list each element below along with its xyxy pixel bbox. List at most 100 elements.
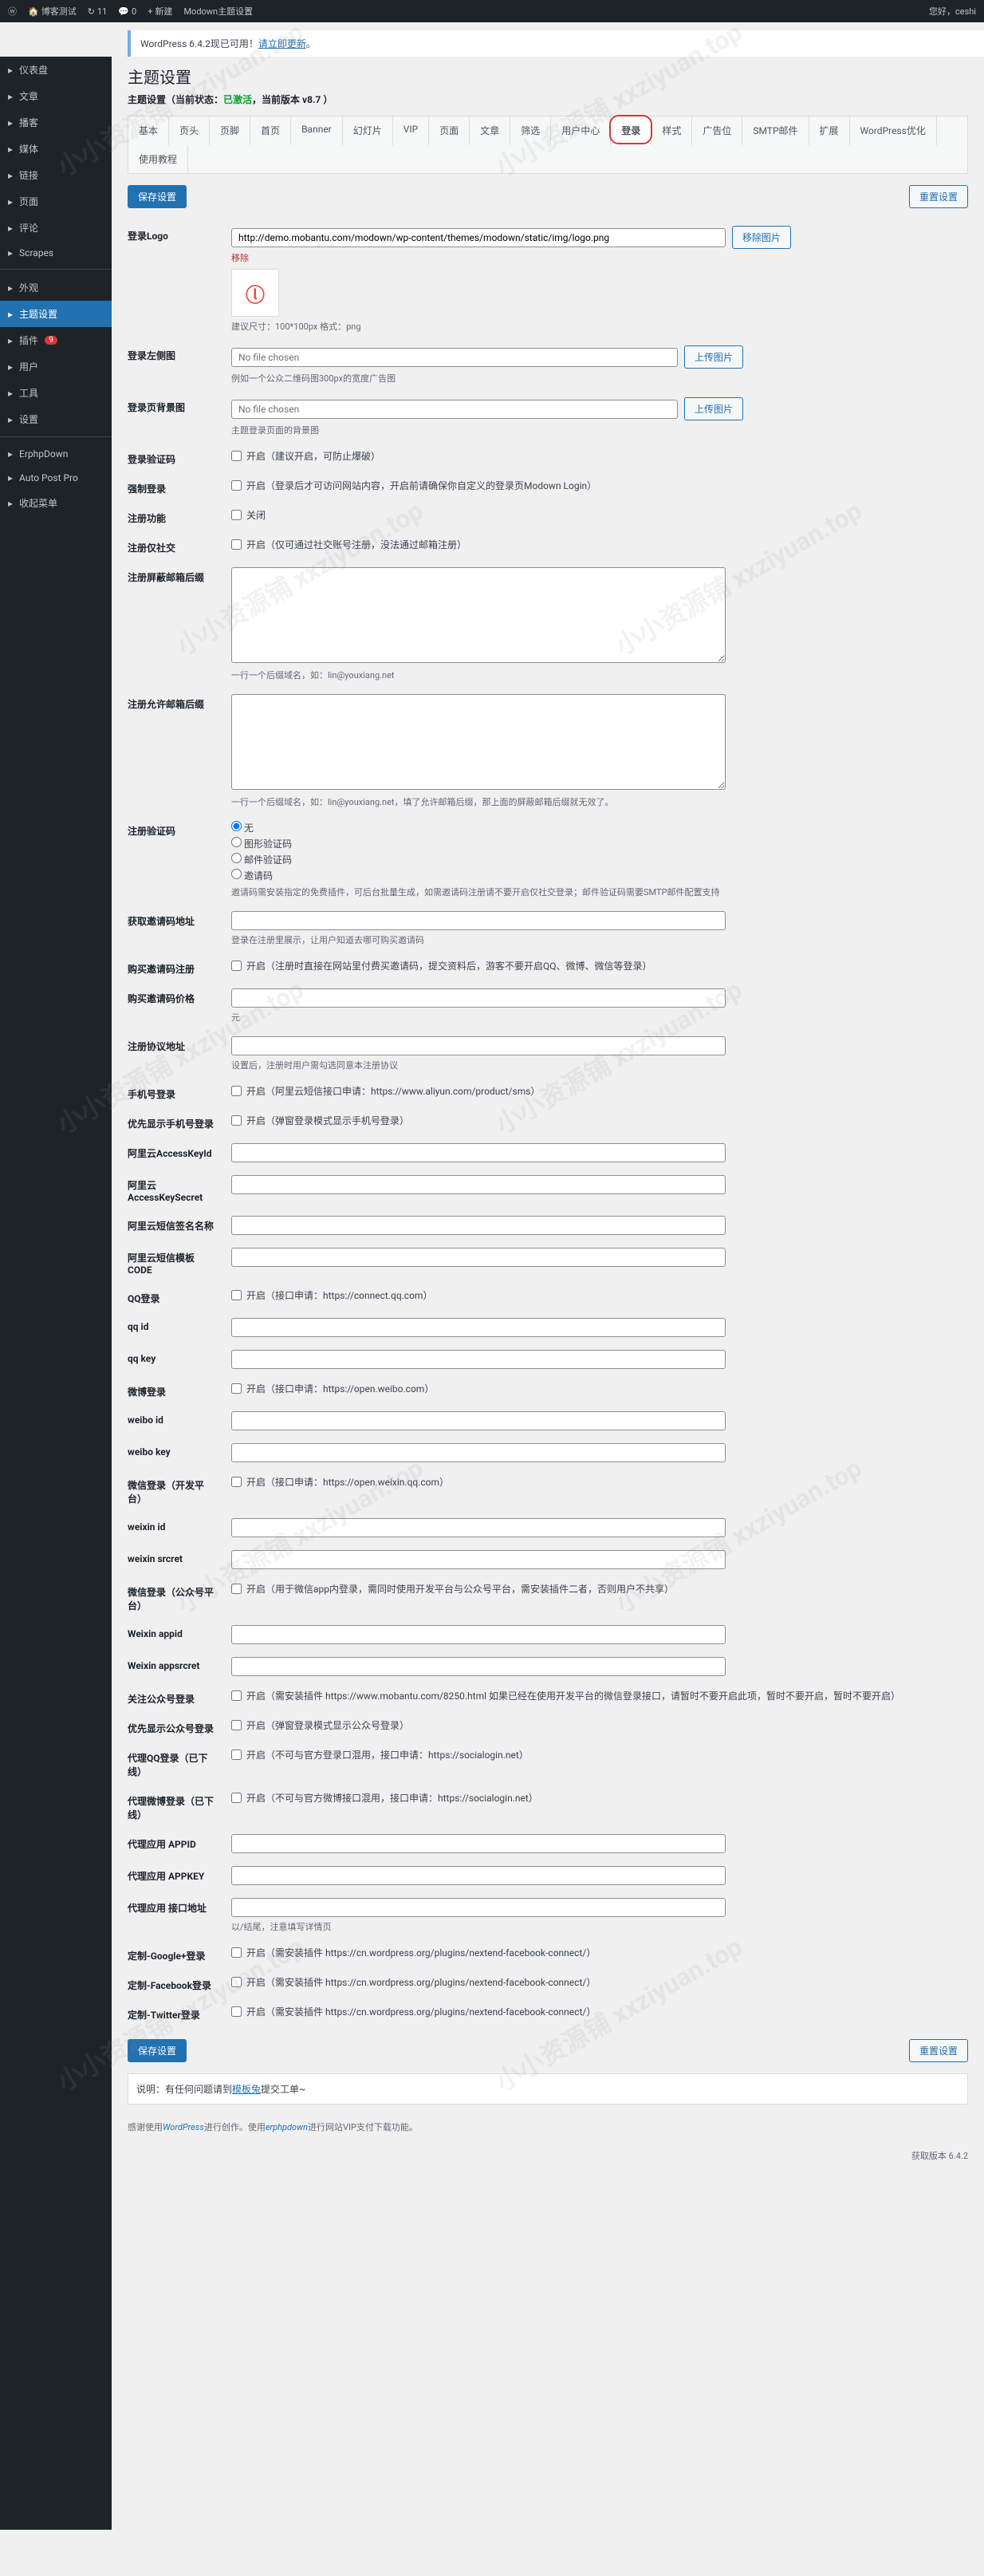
save-button-top[interactable]: 保存设置	[128, 185, 187, 208]
qqlogin-checkbox[interactable]	[231, 1290, 242, 1300]
menu-appearance[interactable]: ▸外观	[0, 274, 112, 301]
tab-文章[interactable]: 文章	[470, 116, 510, 145]
menu-post[interactable]: ▸文章	[0, 83, 112, 109]
agreeurl-input[interactable]	[231, 1036, 726, 1055]
tab-VIP[interactable]: VIP	[393, 116, 429, 145]
allowemail-textarea[interactable]	[231, 694, 726, 790]
captcha-checkbox[interactable]	[231, 451, 242, 461]
wbkey-input[interactable]	[231, 1443, 726, 1462]
reset-button-top[interactable]: 重置设置	[909, 185, 968, 208]
smstpl-input[interactable]	[231, 1248, 726, 1267]
tab-扩展[interactable]: 扩展	[809, 116, 850, 145]
save-button-bottom[interactable]: 保存设置	[128, 2039, 187, 2062]
force-checkbox[interactable]	[231, 480, 242, 491]
wxmp-checkbox[interactable]	[231, 1584, 242, 1594]
updates-count[interactable]: ↻ 11	[88, 6, 108, 17]
regcaptcha-radio-0[interactable]	[231, 821, 242, 831]
inviteprice-input[interactable]	[231, 988, 726, 1008]
tab-筛选[interactable]: 筛选	[510, 116, 551, 145]
wbid-input[interactable]	[231, 1411, 726, 1430]
phonelogin-checkbox[interactable]	[231, 1086, 242, 1096]
tab-Banner[interactable]: Banner	[291, 116, 343, 145]
menu-comment[interactable]: ▸评论	[0, 215, 112, 241]
menu-plugin[interactable]: ▸插件9	[0, 327, 112, 353]
mpfirst-checkbox[interactable]	[231, 1720, 242, 1730]
tab-首页[interactable]: 首页	[250, 116, 291, 145]
proxyapi-input[interactable]	[231, 1898, 726, 1917]
proxyqq-checkbox[interactable]	[231, 1750, 242, 1760]
regcaptcha-radio-3[interactable]	[231, 869, 242, 879]
qqkey-input[interactable]	[231, 1350, 726, 1369]
tab-页脚[interactable]: 页脚	[210, 116, 250, 145]
theme-settings-link[interactable]: Modown主题设置	[183, 5, 253, 18]
menu-theme[interactable]: ▸主题设置	[0, 301, 112, 327]
regcaptcha-radio-1[interactable]	[231, 837, 242, 847]
reset-button-bottom[interactable]: 重置设置	[909, 2039, 968, 2062]
leftimg-input[interactable]: No file chosen	[231, 348, 678, 367]
wxsecret-input[interactable]	[231, 1550, 726, 1569]
blockemail-textarea[interactable]	[231, 567, 726, 663]
tab-页面[interactable]: 页面	[429, 116, 470, 145]
wp-logo[interactable]: ⓦ	[8, 5, 17, 18]
regcaptcha-radio-2[interactable]	[231, 853, 242, 863]
menu-media[interactable]: ▸媒体	[0, 136, 112, 162]
menu-tool[interactable]: ▸工具	[0, 380, 112, 406]
proxywb-checkbox[interactable]	[231, 1793, 242, 1803]
menu-user[interactable]: ▸用户	[0, 353, 112, 380]
label-captcha: 登录验证码	[128, 449, 215, 466]
tab-样式[interactable]: 样式	[651, 116, 692, 145]
menu-scrape[interactable]: ▸Scrapes	[0, 241, 112, 265]
tab-WordPress优化[interactable]: WordPress优化	[850, 116, 937, 145]
wblogin-checkbox[interactable]	[231, 1383, 242, 1394]
footer-link[interactable]: 模板兔	[232, 2084, 261, 2095]
regfunc-checkbox[interactable]	[231, 510, 242, 520]
tab-SMTP邮件[interactable]: SMTP邮件	[742, 116, 809, 145]
tab-页头[interactable]: 页头	[169, 116, 210, 145]
akid-input[interactable]	[231, 1143, 726, 1162]
wxid-input[interactable]	[231, 1518, 726, 1537]
tab-基本[interactable]: 基本	[128, 116, 169, 145]
logo-remove-btn[interactable]: 移除图片	[732, 226, 791, 249]
twitter-checkbox[interactable]	[231, 2006, 242, 2017]
menu-page[interactable]: ▸页面	[0, 188, 112, 215]
site-name[interactable]: 🏠 博客测试	[28, 5, 77, 18]
smssign-input[interactable]	[231, 1216, 726, 1235]
proxyappkey-input[interactable]	[231, 1866, 726, 1885]
update-link[interactable]: 请立即更新	[258, 38, 306, 49]
menu-erphp[interactable]: ▸ErphpDown	[0, 442, 112, 466]
menu-setting[interactable]: ▸设置	[0, 406, 112, 432]
tab-幻灯片[interactable]: 幻灯片	[343, 116, 393, 145]
tab-使用教程[interactable]: 使用教程	[128, 145, 188, 173]
menu-link[interactable]: ▸链接	[0, 162, 112, 188]
proxyappid-input[interactable]	[231, 1834, 726, 1853]
wxappsecret-input[interactable]	[231, 1657, 726, 1676]
wxappid-input[interactable]	[231, 1625, 726, 1644]
inviteurl-input[interactable]	[231, 911, 726, 930]
menu-mic[interactable]: ▸播客	[0, 109, 112, 136]
footer-note: 说明：有任何问题请到模板兔提交工单~	[128, 2073, 968, 2105]
new-content[interactable]: + 新建	[148, 5, 172, 18]
google-checkbox[interactable]	[231, 1947, 242, 1958]
tab-用户中心[interactable]: 用户中心	[551, 116, 611, 145]
facebook-checkbox[interactable]	[231, 1977, 242, 1987]
menu-auto[interactable]: ▸Auto Post Pro	[0, 466, 112, 490]
leftimg-upload-btn[interactable]: 上传图片	[684, 345, 743, 369]
buyinvite-checkbox[interactable]	[231, 961, 242, 971]
user-greeting[interactable]: 您好，ceshi	[929, 5, 976, 18]
bgimg-input[interactable]: No file chosen	[231, 400, 678, 419]
bgimg-upload-btn[interactable]: 上传图片	[684, 397, 743, 420]
label-wxappid: Weixin appid	[128, 1625, 215, 1639]
tab-广告位[interactable]: 广告位	[692, 116, 742, 145]
comments-count[interactable]: 💬 0	[118, 6, 136, 17]
aksecret-input[interactable]	[231, 1175, 726, 1194]
phonefirst-checkbox[interactable]	[231, 1115, 242, 1126]
qqid-input[interactable]	[231, 1318, 726, 1337]
followmp-checkbox[interactable]	[231, 1690, 242, 1701]
tab-登录[interactable]: 登录	[611, 116, 651, 146]
menu-dash[interactable]: ▸仪表盘	[0, 57, 112, 83]
regsocial-checkbox[interactable]	[231, 539, 242, 550]
wxopen-checkbox[interactable]	[231, 1477, 242, 1487]
logo-remove-link[interactable]: 移除	[231, 251, 249, 264]
menu-collapse[interactable]: ▸收起菜单	[0, 490, 112, 516]
logo-url-input[interactable]	[231, 228, 726, 247]
